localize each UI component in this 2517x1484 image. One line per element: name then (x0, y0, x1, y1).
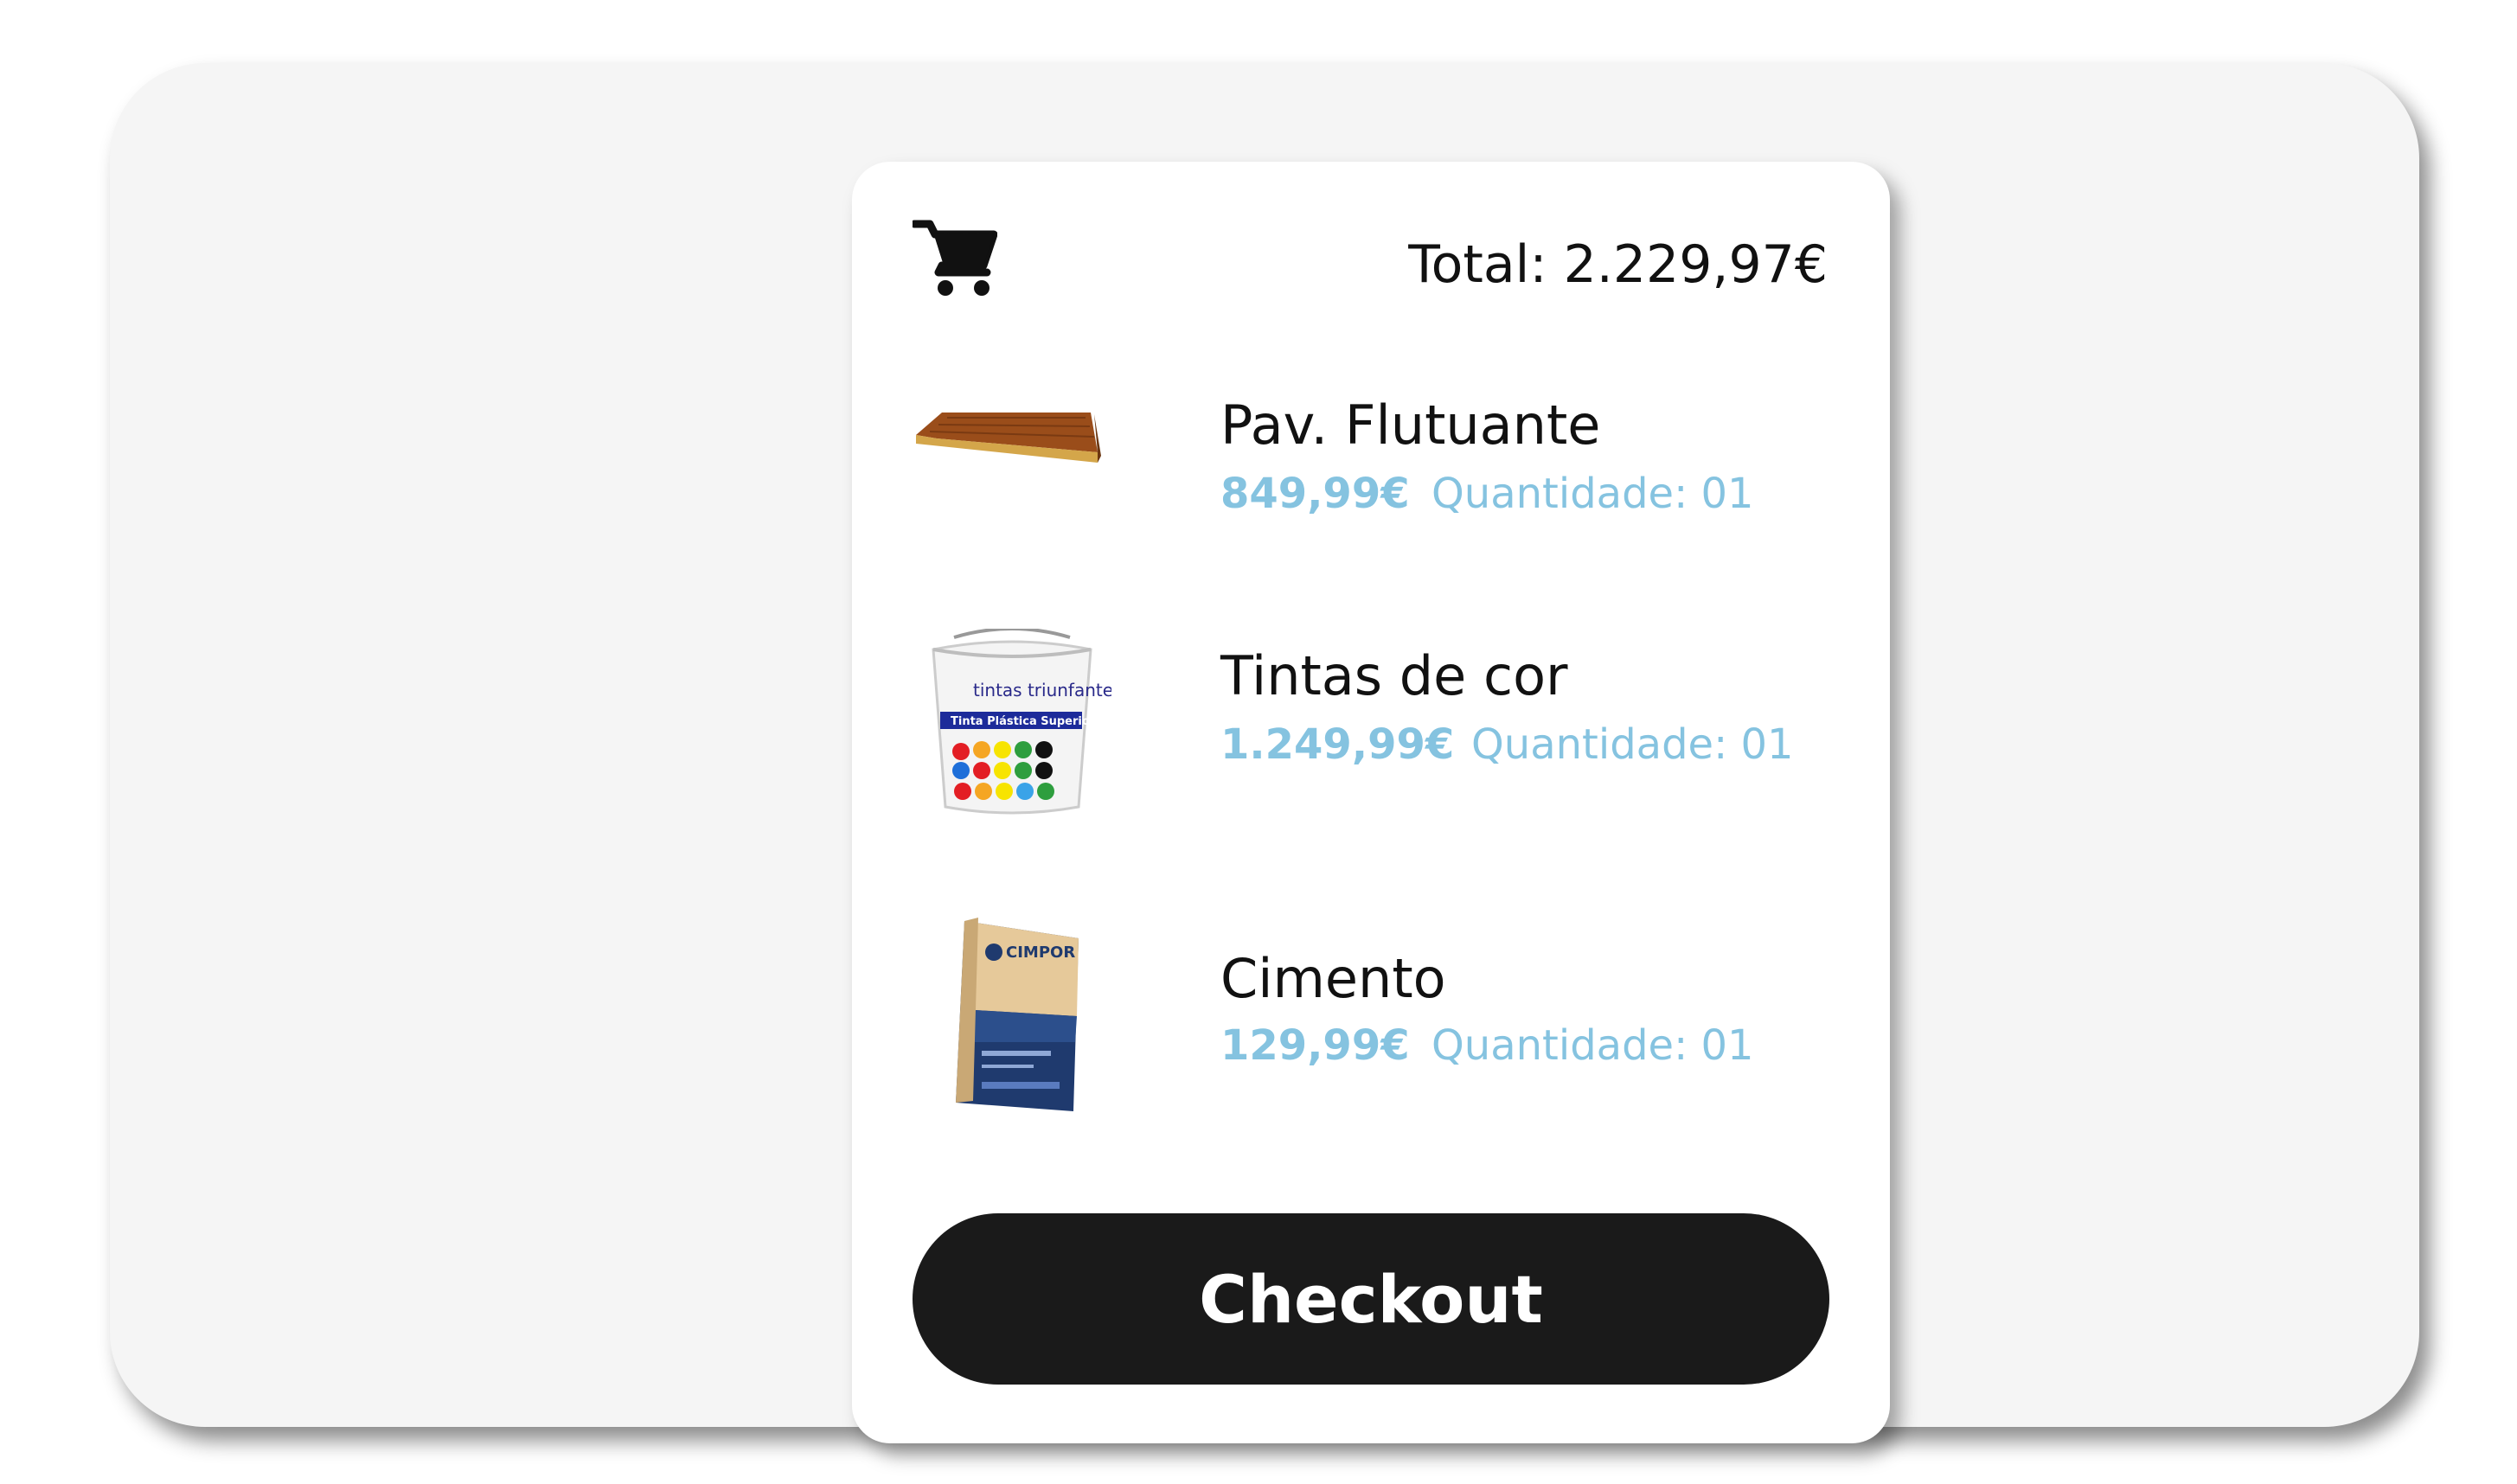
floating-floor-plank-image (913, 378, 1111, 577)
item-price: 849,99€ (1220, 470, 1410, 518)
item-name: Tintas de cor (1220, 644, 1568, 707)
cement-bag-image: CIMPOR (913, 912, 1111, 1111)
cart-total: Total: 2.229,97€ (1408, 234, 1828, 295)
item-name: Pav. Flutuante (1220, 393, 1601, 457)
paint-bucket-image: tintas triunfante Tinta Plástica Superio… (913, 627, 1113, 828)
item-name: Cimento (1220, 947, 1446, 1010)
cart-item[interactable]: Pav. Flutuante 849,99€ Quantidade: 01 (913, 378, 1829, 585)
checkout-button[interactable]: Checkout (913, 1213, 1829, 1385)
page-background: Total: 2.229,97€ Pav. Flutuante 849,99€ … (110, 63, 2419, 1443)
item-quantity: Quantidade: 01 (1471, 720, 1794, 769)
cart-item[interactable]: tintas triunfante Tinta Plástica Superio… (913, 627, 1829, 836)
paint-brand-text: tintas triunfante (973, 680, 1111, 700)
item-price: 129,99€ (1220, 1021, 1410, 1070)
paint-tagline-text: Tinta Plástica Superior (951, 715, 1096, 728)
shopping-cart-icon[interactable] (910, 219, 998, 297)
item-quantity: Quantidade: 01 (1431, 1021, 1754, 1070)
item-quantity: Quantidade: 01 (1431, 470, 1754, 518)
cart-panel: Total: 2.229,97€ Pav. Flutuante 849,99€ … (852, 162, 1890, 1443)
cart-item[interactable]: CIMPOR Cimento 129,99€ Quantidade: 01 (913, 912, 1829, 1120)
item-price: 1.249,99€ (1220, 720, 1455, 769)
cement-brand-text: CIMPOR (1006, 943, 1075, 962)
